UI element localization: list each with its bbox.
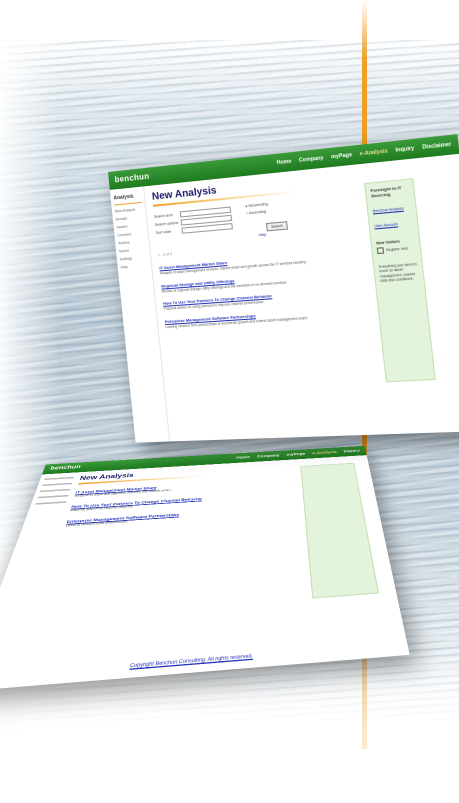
search-options-label: Search options [154,220,179,227]
back-right-panel [300,462,380,599]
back-screen: benchun Home Company myPage e-Analysis I… [0,445,410,692]
back-main: New Analysis IT Asset Management Market … [65,463,289,529]
back-sidebar-item[interactable] [37,494,69,499]
back-nav-home[interactable]: Home [236,455,250,460]
back-screen-perspective: benchun Home Company myPage e-Analysis I… [0,445,431,803]
register-checkbox[interactable] [376,247,385,255]
sidebar-item[interactable]: Saved [119,247,150,254]
sort-radio-group: ● Descending ○ Ascending [245,202,269,219]
sidebar-divider [114,201,142,206]
nav-e-analysis[interactable]: e-Analysis [359,148,388,157]
register-row: Register here [376,245,416,255]
back-nav-company[interactable]: Company [257,453,280,458]
back-nav-e-analysis[interactable]: e-Analysis [312,450,337,455]
front-screen-perspective: benchun Home Company myPage e-Analysis I… [108,128,459,443]
back-sidebar-item[interactable] [41,482,73,487]
back-footer: Copyright Benchun Consulting. All rights… [0,640,410,692]
sidebar-item[interactable]: Settings [120,255,151,261]
right-panel-title: Foresight in IT Sourcing [370,184,402,199]
benchun-analysis-link[interactable]: Benchun Analysis [373,206,412,213]
radio-descending-label: Descending [248,201,268,208]
radio-ascending-label: Ascending [248,209,267,216]
back-sidebar-item[interactable] [39,488,71,493]
nav-company[interactable]: Company [299,155,324,164]
register-link[interactable]: Register here [386,246,409,252]
front-screen: benchun Home Company myPage e-Analysis I… [108,134,459,443]
nav-disclaimer[interactable]: Disclaimer [422,141,452,151]
back-sidebar-item[interactable] [35,501,67,505]
sidebar-title: Analysis [113,193,134,202]
front-main: New Analysis Search term Search options … [151,168,377,336]
back-footer-copyright-link[interactable]: Copyright Benchun Consulting. All rights… [130,652,253,668]
nav-mypage[interactable]: myPage [331,152,353,161]
radio-descending[interactable]: ● Descending [245,202,268,208]
help-link[interactable]: Help [259,233,267,238]
sidebar-item[interactable]: Search [116,223,147,230]
back-logo: benchun [49,464,82,472]
sidebar-item[interactable]: Archive [118,239,149,245]
back-nav-mypage[interactable]: myPage [286,452,305,457]
user-account-link[interactable]: User Account [374,221,413,228]
sidebar-list: New Analysis Browse Search Compare Archi… [115,207,151,270]
back-sidebar-item[interactable] [44,476,75,481]
right-panel: Foresight in IT Sourcing Benchun Analysi… [364,178,436,383]
sidebar-item[interactable]: New Analysis [115,207,146,214]
back-nav-inquiry[interactable]: Inquiry [343,449,360,454]
sidebar-item[interactable]: Compare [117,231,148,237]
sort-order-label: Sort order [155,229,172,235]
radio-ascending[interactable]: ○ Ascending [246,209,269,215]
sidebar-item[interactable]: Browse [116,215,147,221]
front-logo[interactable]: benchun [114,172,150,185]
back-sidebar [33,476,75,510]
right-panel-text: Everything you need to know on asset man… [378,261,418,284]
nav-inquiry[interactable]: Inquiry [395,145,415,153]
nav-home[interactable]: Home [276,158,291,166]
search-term-label: Search term [153,212,174,219]
sidebar-item[interactable]: Help [120,263,151,270]
search-button[interactable]: Search [265,221,289,232]
